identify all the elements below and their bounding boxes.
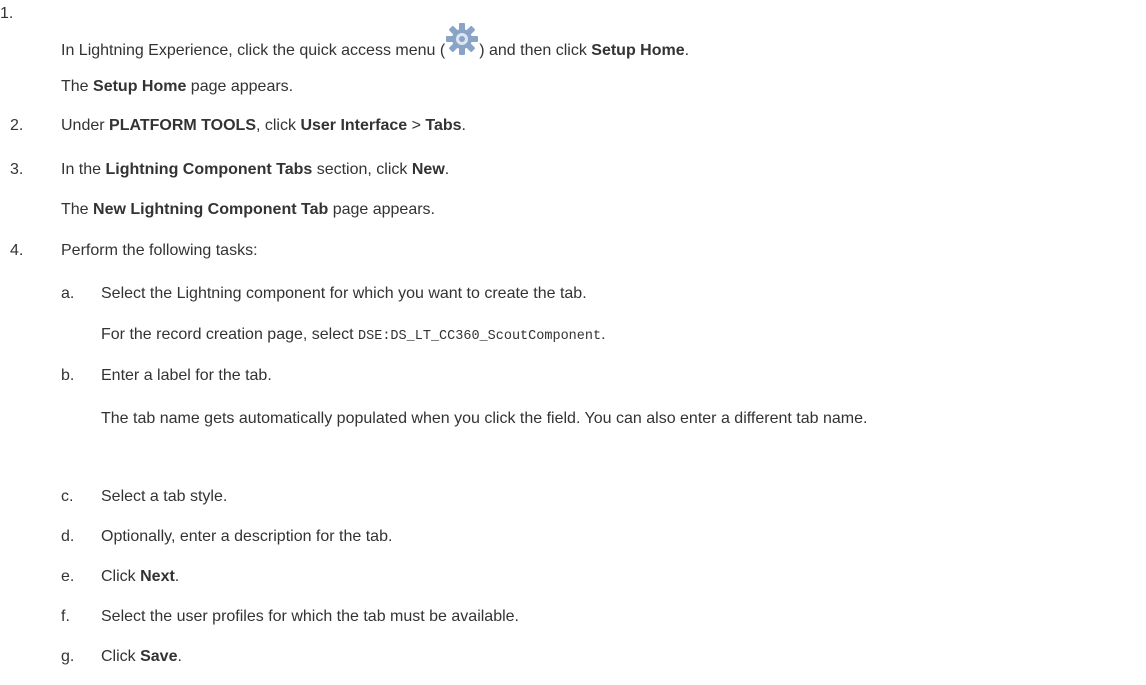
component-name-code: DSE:DS_LT_CC360_ScoutComponent <box>358 329 602 344</box>
step-number: 3. <box>10 161 24 178</box>
step-number: 1. <box>0 5 14 22</box>
step-number: 2. <box>10 117 24 134</box>
gear-icon <box>445 23 479 55</box>
step-number: 4. <box>10 242 24 259</box>
